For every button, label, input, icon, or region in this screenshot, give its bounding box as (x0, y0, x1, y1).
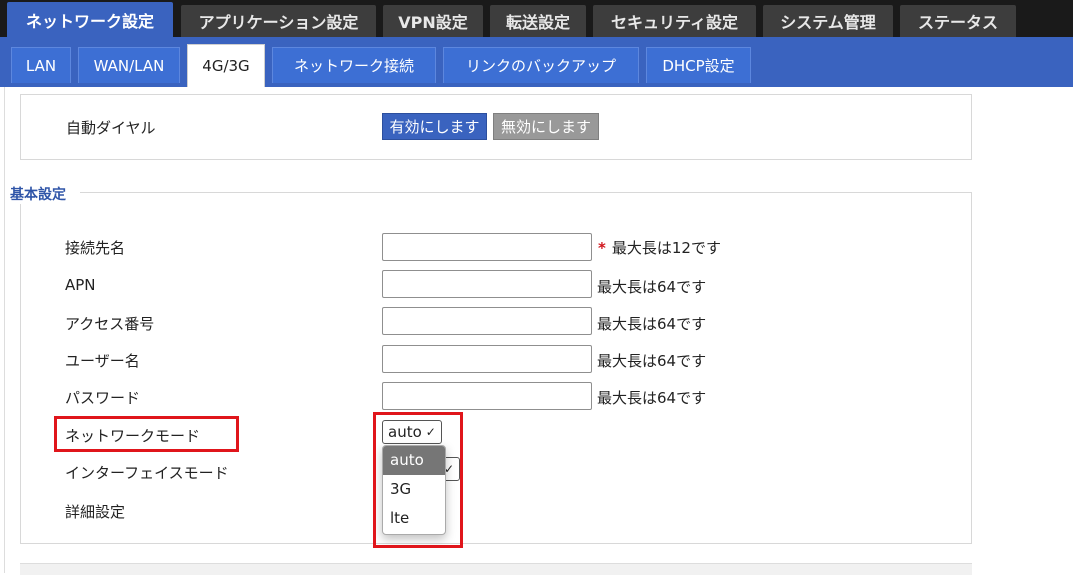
password-hint: 最大長は64です (597, 389, 707, 407)
password-label: パスワード (65, 389, 141, 407)
username-label: ユーザー名 (65, 352, 140, 370)
network-mode-dropdown: auto 3G lte (382, 445, 446, 535)
content-area: 自動ダイヤル 有効にします 無効にします 基本設定 接続先名 * 最大長は12です… (4, 87, 1073, 575)
access-number-hint: 最大長は64です (597, 315, 707, 333)
option-auto[interactable]: auto (383, 446, 445, 475)
apn-input[interactable] (382, 270, 592, 298)
subtab-dhcp-settings[interactable]: DHCP設定 (646, 47, 751, 83)
enable-button[interactable]: 有効にします (382, 113, 487, 140)
destination-name-input[interactable] (382, 233, 592, 261)
option-lte[interactable]: lte (383, 504, 445, 533)
destination-name-label: 接続先名 (65, 239, 126, 257)
tab-application-settings[interactable]: アプリケーション設定 (181, 5, 376, 37)
tab-network-settings[interactable]: ネットワーク設定 (7, 2, 173, 37)
username-input[interactable] (382, 345, 592, 373)
basic-settings-legend: 基本設定 (10, 184, 80, 204)
subtab-lan[interactable]: LAN (11, 47, 71, 83)
option-3g[interactable]: 3G (383, 475, 445, 504)
network-mode-select[interactable]: auto ✓ (382, 420, 442, 444)
password-input[interactable] (382, 382, 592, 410)
tab-vpn-settings[interactable]: VPN設定 (383, 5, 483, 37)
tab-system-management[interactable]: システム管理 (763, 5, 893, 37)
tab-forwarding-settings[interactable]: 転送設定 (490, 5, 586, 37)
tab-status[interactable]: ステータス (900, 5, 1016, 37)
top-nav: ネットワーク設定 アプリケーション設定 VPN設定 転送設定 セキュリティ設定 … (0, 0, 1073, 37)
next-section-edge (20, 563, 972, 575)
access-number-input[interactable] (382, 307, 592, 335)
disable-button[interactable]: 無効にします (493, 113, 599, 140)
tab-security-settings[interactable]: セキュリティ設定 (593, 5, 756, 37)
subtab-network-connection[interactable]: ネットワーク接続 (272, 47, 436, 83)
subtab-link-backup[interactable]: リンクのバックアップ (443, 47, 639, 83)
chevron-down-icon: ✓ (425, 425, 436, 439)
auto-dial-label: 自動ダイヤル (66, 119, 156, 137)
sub-nav: LAN WAN/LAN 4G/3G ネットワーク接続 リンクのバックアップ DH… (0, 37, 1073, 87)
subtab-4g-3g[interactable]: 4G/3G (187, 44, 265, 87)
required-mark: * (598, 239, 606, 257)
apn-label: APN (65, 276, 96, 294)
access-number-label: アクセス番号 (65, 315, 155, 333)
username-hint: 最大長は64です (597, 352, 707, 370)
interface-mode-label: インターフェイスモード (65, 464, 229, 482)
network-mode-label: ネットワークモード (65, 427, 201, 445)
subtab-wan-lan[interactable]: WAN/LAN (78, 47, 180, 83)
advanced-settings-label: 詳細設定 (65, 503, 126, 521)
destination-name-hint: * 最大長は12です (598, 239, 721, 257)
apn-hint: 最大長は64です (597, 278, 707, 296)
auto-dial-section: 自動ダイヤル 有効にします 無効にします (20, 94, 972, 160)
